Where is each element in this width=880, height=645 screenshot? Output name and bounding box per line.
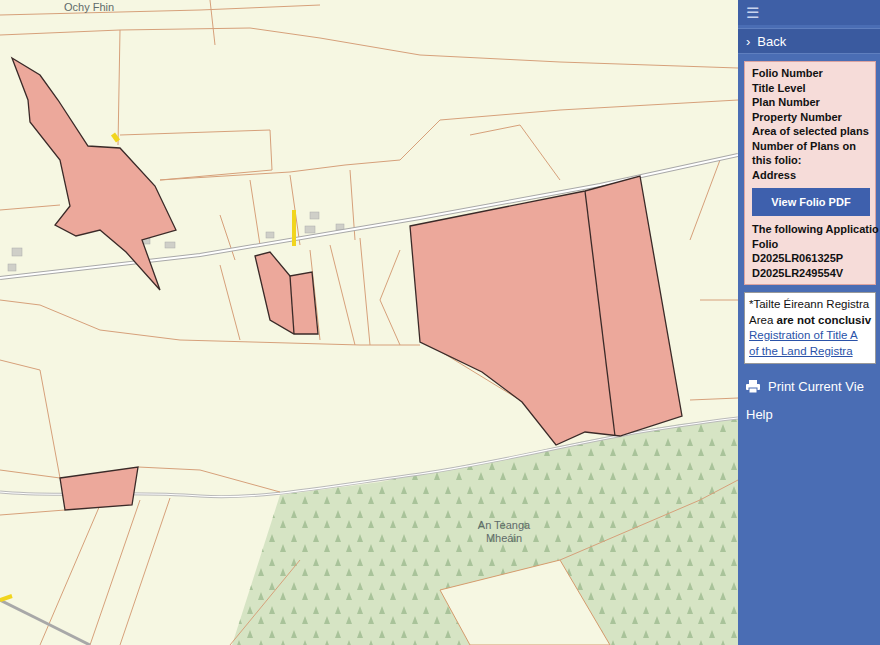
place-label: An Teanga Mheáin: [470, 519, 538, 545]
place-label: Ochy Fhin: [64, 1, 114, 14]
applications-heading: The following Applicatio: [752, 222, 875, 237]
help-label: Help: [746, 407, 773, 422]
back-label: Back: [757, 34, 786, 49]
field-label: Property Number: [752, 110, 875, 125]
field-label: Title Level: [752, 81, 875, 96]
info-box: Folio NumberTitle LevelPlan NumberProper…: [744, 61, 876, 285]
application-number[interactable]: D2025LR061325P: [752, 251, 875, 266]
field-label: Address: [752, 168, 875, 183]
note-line: Area are not conclusiv: [749, 313, 875, 329]
field-label: this folio:: [752, 153, 875, 168]
map[interactable]: Ochy Fhin An Teanga Mheáin: [0, 0, 738, 645]
field-label: Number of Plans on: [752, 139, 875, 154]
note-line: *Tailte Éireann Registra: [749, 297, 875, 313]
print-button[interactable]: Print Current Vie: [738, 374, 880, 398]
note-link[interactable]: Registration of Title A: [749, 329, 858, 341]
note-line: Registration of Title A: [749, 328, 875, 344]
note-text: Area: [749, 314, 777, 326]
field-label: Area of selected plans: [752, 124, 875, 139]
note-line: of the Land Registra: [749, 344, 875, 360]
top-bar: ☰: [738, 0, 880, 25]
disclaimer-note: *Tailte Éireann RegistraArea are not con…: [744, 292, 876, 364]
help-button[interactable]: Help: [738, 402, 880, 426]
view-folio-pdf-button[interactable]: View Folio PDF: [752, 188, 870, 216]
back-arrow-icon: ›: [746, 34, 750, 49]
side-panel: ☰ › Back Folio NumberTitle LevelPlan Number…: [738, 0, 880, 645]
note-bold: are not conclusiv: [777, 314, 872, 326]
field-label: Plan Number: [752, 95, 875, 110]
note-link[interactable]: of the Land Registra: [749, 345, 853, 357]
back-button[interactable]: › Back: [738, 28, 880, 54]
applications-heading: Folio: [752, 237, 875, 252]
field-label: Folio Number: [752, 66, 875, 81]
print-label: Print Current Vie: [768, 379, 864, 394]
menu-icon[interactable]: ☰: [746, 4, 759, 22]
printer-icon: [746, 380, 760, 393]
application-number[interactable]: D2025LR249554V: [752, 266, 875, 281]
